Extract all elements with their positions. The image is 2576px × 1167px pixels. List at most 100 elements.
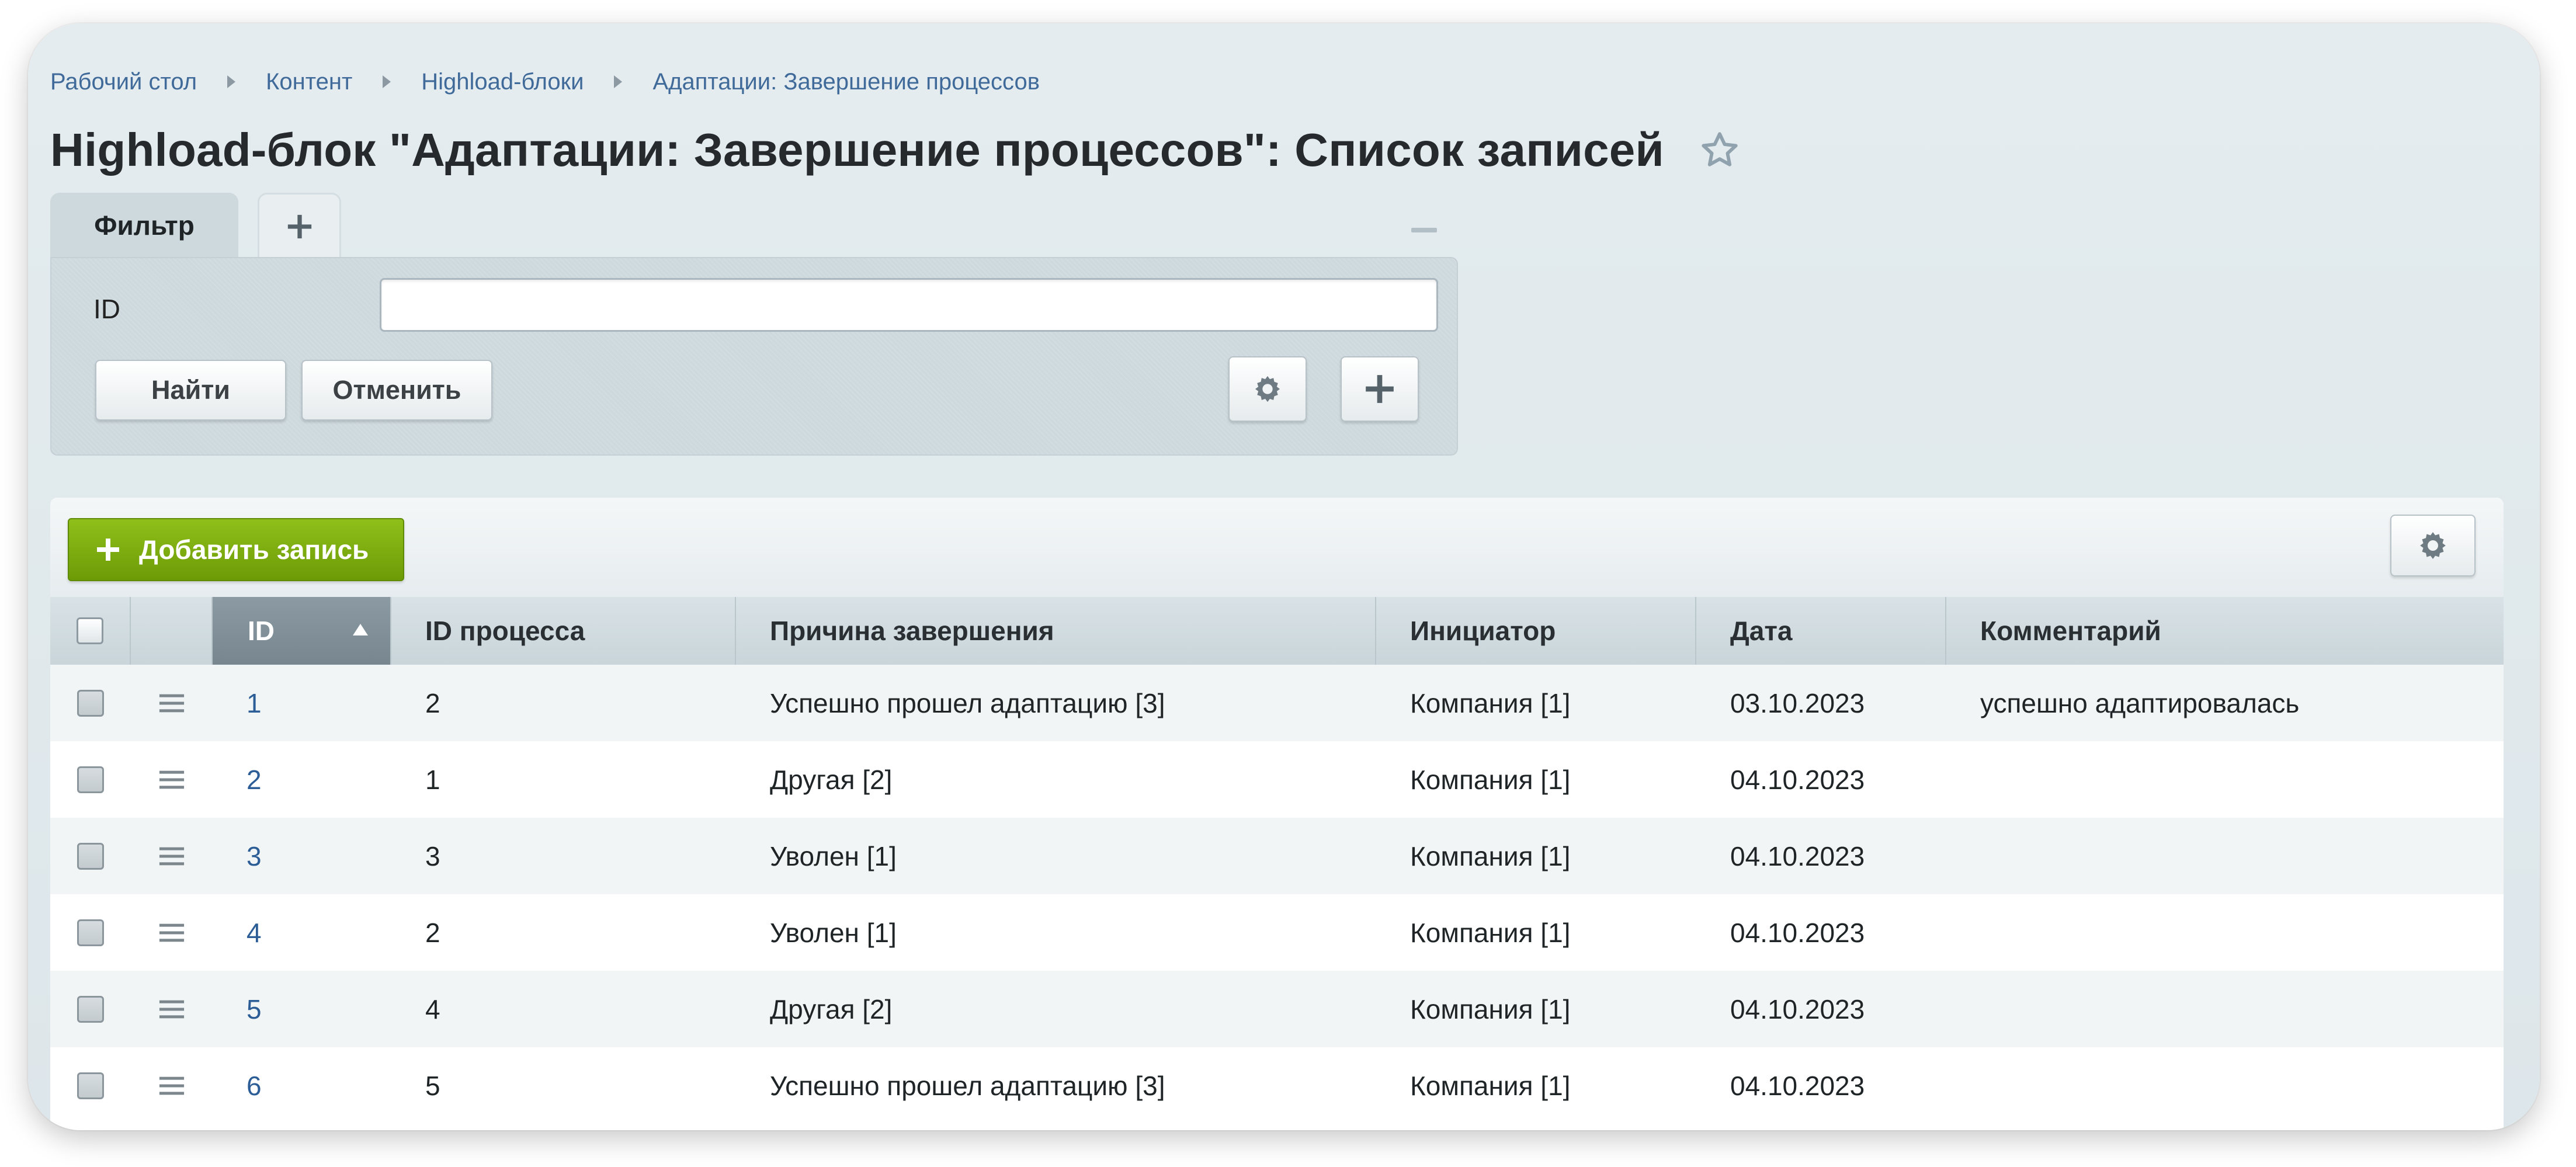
star-icon[interactable] bbox=[1699, 130, 1740, 171]
row-checkbox[interactable] bbox=[77, 1072, 104, 1099]
row-checkbox[interactable] bbox=[77, 919, 104, 946]
cell-id: 6 bbox=[213, 1047, 391, 1124]
row-actions-cell bbox=[131, 818, 213, 894]
breadcrumb-item-content[interactable]: Контент bbox=[266, 69, 352, 95]
cell-reason: Уволен [1] bbox=[770, 917, 897, 948]
column-header-label: ID процесса bbox=[425, 616, 585, 646]
add-record-button[interactable]: Добавить запись bbox=[68, 518, 404, 581]
sort-asc-arrow-icon bbox=[353, 624, 368, 635]
row-actions-cell bbox=[131, 665, 213, 741]
record-id-link[interactable]: 1 bbox=[247, 687, 262, 719]
table-row[interactable]: 6 5 Успешно прошел адаптацию [3] Компани… bbox=[50, 1047, 2504, 1124]
cell-process-id: 1 bbox=[425, 764, 440, 795]
breadcrumb-separator-icon bbox=[383, 75, 391, 88]
row-checkbox[interactable] bbox=[77, 842, 104, 870]
cell-initiator: Компания [1] bbox=[1410, 917, 1571, 948]
page-content: Рабочий стол Контент Highload-блоки Адап… bbox=[28, 23, 2540, 1130]
cell-comment: успешно адаптировалась bbox=[1980, 687, 2300, 718]
cell-initiator: Компания [1] bbox=[1410, 687, 1571, 718]
cell-comment bbox=[1946, 818, 2504, 894]
filter-id-input[interactable] bbox=[380, 278, 1438, 332]
cell-date: 04.10.2023 bbox=[1730, 994, 1865, 1024]
row-select-cell bbox=[50, 818, 131, 894]
cell-reason: Другая [2] bbox=[770, 764, 893, 795]
column-header-label: Инициатор bbox=[1410, 616, 1556, 646]
breadcrumb: Рабочий стол Контент Highload-блоки Адап… bbox=[50, 64, 1040, 99]
cell-comment bbox=[1946, 1047, 2504, 1124]
column-header-reason[interactable]: Причина завершения bbox=[736, 597, 1376, 665]
hamburger-menu-icon[interactable] bbox=[158, 998, 185, 1021]
row-select-cell bbox=[50, 971, 131, 1047]
table-header: ID ID процесса Причина завершения Инициа… bbox=[50, 597, 2504, 666]
record-id-link[interactable]: 5 bbox=[247, 994, 262, 1025]
cell-id: 2 bbox=[213, 741, 391, 818]
cell-process-id: 2 bbox=[425, 687, 440, 718]
cell-id: 3 bbox=[213, 818, 391, 894]
row-checkbox[interactable] bbox=[77, 689, 104, 717]
column-header-label: ID bbox=[248, 616, 275, 646]
plus-icon bbox=[287, 214, 311, 238]
column-header-initiator[interactable]: Инициатор bbox=[1376, 597, 1696, 665]
cell-date: 04.10.2023 bbox=[1730, 764, 1865, 795]
cell-date: 03.10.2023 bbox=[1730, 687, 1865, 718]
cell-process-id: 2 bbox=[425, 917, 440, 948]
add-filter-field-button[interactable] bbox=[1341, 356, 1419, 422]
grid-settings-button[interactable] bbox=[2390, 515, 2476, 576]
tab-filter[interactable]: Фильтр bbox=[50, 193, 238, 258]
column-header-label: Причина завершения bbox=[770, 616, 1054, 646]
plus-icon bbox=[97, 539, 119, 561]
minus-icon[interactable] bbox=[1411, 228, 1437, 232]
cell-reason: Уволен [1] bbox=[770, 840, 897, 871]
cell-reason: Успешно прошел адаптацию [3] bbox=[770, 687, 1165, 718]
row-checkbox[interactable] bbox=[77, 995, 104, 1023]
add-record-label: Добавить запись bbox=[139, 534, 369, 565]
breadcrumb-item-desktop[interactable]: Рабочий стол bbox=[50, 69, 197, 95]
row-actions-cell bbox=[131, 894, 213, 971]
hamburger-menu-icon[interactable] bbox=[158, 921, 185, 944]
table-row[interactable]: 5 4 Другая [2] Компания [1] 04.10.2023 bbox=[50, 971, 2504, 1047]
cell-id: 1 bbox=[213, 665, 391, 741]
column-header-comment[interactable]: Комментарий bbox=[1946, 597, 2504, 665]
cell-date: 04.10.2023 bbox=[1730, 840, 1865, 871]
table-row[interactable]: 3 3 Уволен [1] Компания [1] 04.10.2023 bbox=[50, 818, 2504, 894]
add-filter-tab-button[interactable] bbox=[258, 193, 341, 258]
breadcrumb-item-highload-blocks[interactable]: Highload-блоки bbox=[421, 69, 584, 95]
select-all-checkbox[interactable] bbox=[77, 617, 103, 644]
record-id-link[interactable]: 6 bbox=[247, 1070, 262, 1102]
row-select-cell bbox=[50, 741, 131, 818]
cell-id: 4 bbox=[213, 894, 391, 971]
row-checkbox[interactable] bbox=[77, 766, 104, 793]
column-header-process-id[interactable]: ID процесса bbox=[391, 597, 736, 665]
find-button[interactable]: Найти bbox=[95, 360, 286, 421]
table-row[interactable]: 2 1 Другая [2] Компания [1] 04.10.2023 bbox=[50, 741, 2504, 818]
table-row[interactable]: 1 2 Успешно прошел адаптацию [3] Компани… bbox=[50, 665, 2504, 741]
cell-comment bbox=[1946, 894, 2504, 971]
gear-icon bbox=[1255, 376, 1280, 402]
hamburger-menu-icon[interactable] bbox=[158, 768, 185, 791]
record-id-link[interactable]: 4 bbox=[247, 917, 262, 949]
filter-panel: ID Найти Отменить bbox=[50, 257, 1458, 456]
column-header-id[interactable]: ID bbox=[213, 597, 391, 665]
column-header-label: Дата bbox=[1730, 616, 1793, 646]
record-id-link[interactable]: 2 bbox=[247, 764, 262, 796]
column-header-date[interactable]: Дата bbox=[1696, 597, 1946, 665]
cell-process-id: 4 bbox=[425, 994, 440, 1024]
hamburger-menu-icon[interactable] bbox=[158, 692, 185, 715]
cell-date: 04.10.2023 bbox=[1730, 1070, 1865, 1101]
hamburger-menu-icon[interactable] bbox=[158, 1074, 185, 1097]
breadcrumb-item-current[interactable]: Адаптации: Завершение процессов bbox=[652, 69, 1040, 95]
table-row[interactable]: 4 2 Уволен [1] Компания [1] 04.10.2023 bbox=[50, 894, 2504, 971]
cell-reason: Успешно прошел адаптацию [3] bbox=[770, 1070, 1165, 1101]
grid-toolbar: Добавить запись bbox=[50, 498, 2504, 598]
record-id-link[interactable]: 3 bbox=[247, 840, 262, 872]
filter-tabs: Фильтр bbox=[50, 193, 1487, 258]
breadcrumb-separator-icon bbox=[614, 75, 623, 88]
row-actions-cell bbox=[131, 1047, 213, 1124]
hamburger-menu-icon[interactable] bbox=[158, 845, 185, 868]
cancel-button[interactable]: Отменить bbox=[301, 360, 492, 421]
gear-icon bbox=[2420, 532, 2446, 559]
breadcrumb-separator-icon bbox=[227, 75, 236, 88]
row-actions-cell bbox=[131, 741, 213, 818]
filter-settings-button[interactable] bbox=[1228, 356, 1307, 422]
cell-date: 04.10.2023 bbox=[1730, 917, 1865, 948]
